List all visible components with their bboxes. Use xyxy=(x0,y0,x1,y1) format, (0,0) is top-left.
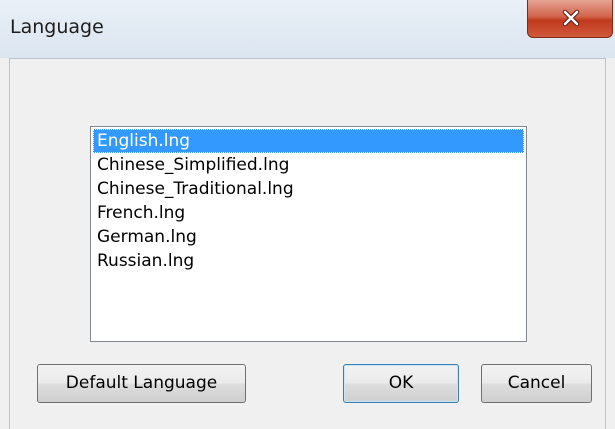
language-listbox[interactable]: English.lng Chinese_Simplified.lng Chine… xyxy=(90,126,527,342)
language-dialog: Language English.lng Chinese_Simplified.… xyxy=(0,0,615,429)
list-item[interactable]: Chinese_Traditional.lng xyxy=(93,177,524,201)
cancel-button[interactable]: Cancel xyxy=(481,364,592,403)
window-title: Language xyxy=(10,16,104,38)
close-button[interactable] xyxy=(527,0,613,38)
list-item[interactable]: Chinese_Simplified.lng xyxy=(93,153,524,177)
list-item[interactable]: English.lng xyxy=(93,129,524,153)
list-item[interactable]: French.lng xyxy=(93,201,524,225)
title-bar[interactable]: Language xyxy=(0,0,615,58)
list-item[interactable]: German.lng xyxy=(93,225,524,249)
list-item[interactable]: Russian.lng xyxy=(93,249,524,273)
ok-button[interactable]: OK xyxy=(343,364,459,403)
default-language-button[interactable]: Default Language xyxy=(37,364,246,403)
divider xyxy=(9,58,606,59)
close-icon xyxy=(562,9,580,27)
